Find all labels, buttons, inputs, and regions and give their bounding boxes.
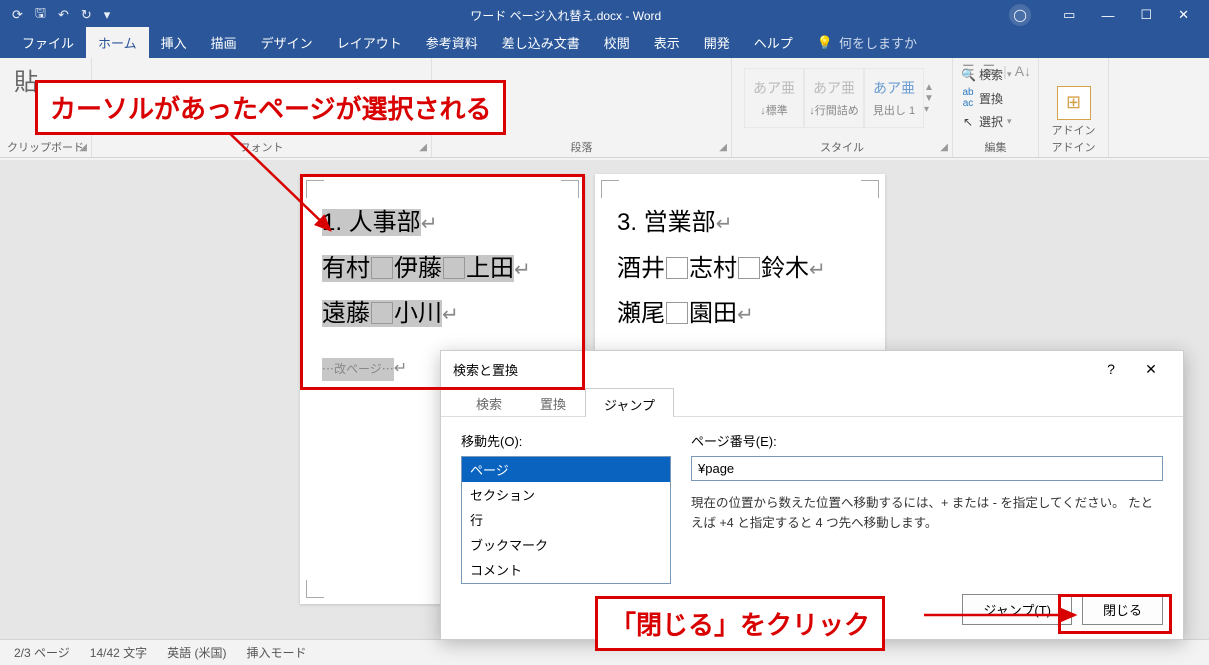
group-styles: スタイル — [732, 139, 952, 155]
search-icon: 🔍 — [961, 68, 975, 82]
dialog-tab-replace[interactable]: 置換 — [521, 387, 585, 416]
window-title: ワード ページ入れ替え.docx - Word — [122, 7, 1009, 24]
select-button[interactable]: ↖選択 ▾ — [961, 111, 1030, 132]
dialog-title: 検索と置換 — [453, 360, 518, 379]
style-nospace[interactable]: あア亜↓行間詰め — [804, 68, 864, 128]
minimize-icon[interactable]: — — [1101, 8, 1114, 23]
ribbon-options-icon[interactable]: ▭ — [1063, 7, 1075, 23]
styles-launcher-icon[interactable]: ◢ — [940, 142, 948, 153]
replace-button[interactable]: abac置換 — [961, 85, 1030, 111]
close-window-icon[interactable]: ✕ — [1178, 7, 1189, 23]
select-icon: ↖ — [961, 115, 975, 129]
status-pages[interactable]: 2/3 ページ — [14, 644, 70, 661]
list-item[interactable]: ブックマーク — [462, 532, 670, 557]
close-button[interactable]: 閉じる — [1082, 594, 1163, 625]
list-item[interactable]: コメント — [462, 557, 670, 582]
annotation-callout-1: カーソルがあったページが選択される — [35, 80, 506, 135]
tab-review[interactable]: 校閲 — [592, 27, 642, 58]
tellme-input[interactable]: 何をしますか — [839, 33, 917, 52]
clipboard-launcher-icon[interactable]: ◢ — [79, 142, 87, 153]
goto-target-label: 移動先(O): — [461, 431, 671, 450]
qat-dropdown-icon[interactable]: ▾ — [104, 7, 111, 23]
user-avatar[interactable]: ◯ — [1009, 4, 1031, 26]
tab-design[interactable]: デザイン — [249, 27, 325, 58]
font-launcher-icon[interactable]: ◢ — [419, 142, 427, 153]
tab-home[interactable]: ホーム — [86, 27, 149, 58]
addin-btn-label: アドイン — [1052, 122, 1096, 138]
status-insertmode[interactable]: 挿入モード — [246, 644, 306, 661]
tab-mailings[interactable]: 差し込み文書 — [490, 27, 592, 58]
group-clipboard: クリップボード — [0, 139, 91, 155]
maximize-icon[interactable]: ☐ — [1140, 7, 1152, 23]
list-item[interactable]: セクション — [462, 482, 670, 507]
paragraph-launcher-icon[interactable]: ◢ — [719, 142, 727, 153]
tab-draw[interactable]: 描画 — [199, 27, 249, 58]
autosave-icon[interactable]: ⟳ — [12, 7, 23, 23]
undo-icon[interactable]: ↶ — [58, 7, 69, 23]
tab-insert[interactable]: 挿入 — [149, 27, 199, 58]
status-words[interactable]: 14/42 文字 — [90, 644, 147, 661]
tab-developer[interactable]: 開発 — [692, 27, 742, 58]
replace-icon: abac — [961, 87, 975, 109]
tab-help[interactable]: ヘルプ — [742, 27, 805, 58]
dialog-close-icon[interactable]: ✕ — [1131, 361, 1171, 378]
style-heading1[interactable]: あア亜見出し 1 — [864, 68, 924, 128]
tab-view[interactable]: 表示 — [642, 27, 692, 58]
tab-file[interactable]: ファイル — [10, 27, 86, 58]
goto-button[interactable]: ジャンプ(T) — [962, 594, 1072, 625]
tellme-icon: 💡 — [817, 35, 833, 51]
annotation-callout-2: 「閉じる」をクリック — [595, 596, 885, 651]
find-button[interactable]: 🔍検索 ▾ — [961, 64, 1030, 85]
dialog-help-icon[interactable]: ? — [1091, 361, 1131, 377]
status-language[interactable]: 英語 (米国) — [167, 644, 226, 661]
tab-layout[interactable]: レイアウト — [325, 27, 414, 58]
page-number-label: ページ番号(E): — [691, 431, 1163, 450]
style-normal[interactable]: あア亜↓標準 — [744, 68, 804, 128]
goto-hint-text: 現在の位置から数えた位置へ移動するには、+ または - を指定してください。 た… — [691, 493, 1163, 533]
group-paragraph: 段落 — [432, 139, 731, 155]
dialog-tab-goto[interactable]: ジャンプ — [585, 388, 674, 417]
tab-references[interactable]: 参考資料 — [414, 27, 490, 58]
styles-more-icon[interactable]: ▲▼▾ — [924, 68, 940, 128]
group-editing: 編集 — [953, 139, 1038, 155]
group-addin: アドイン — [1039, 139, 1108, 155]
dialog-tab-find[interactable]: 検索 — [457, 387, 521, 416]
goto-target-listbox[interactable]: ページ セクション 行 ブックマーク コメント 脚注 文末脚注 — [461, 456, 671, 584]
page-number-input[interactable] — [691, 456, 1163, 481]
save-icon[interactable]: 🖫 — [35, 4, 46, 26]
list-item[interactable]: ページ — [462, 457, 670, 482]
redo-icon[interactable]: ↻ — [81, 7, 92, 23]
list-item[interactable]: 行 — [462, 507, 670, 532]
group-font: フォント — [92, 139, 431, 155]
addins-button[interactable]: ⊞ — [1057, 86, 1091, 120]
list-item[interactable]: 脚注 — [462, 582, 670, 584]
